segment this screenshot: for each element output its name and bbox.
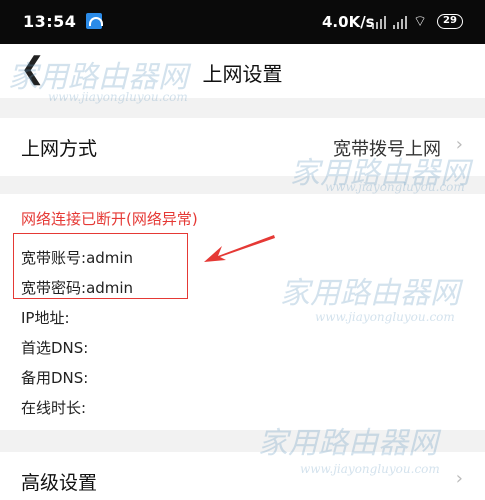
annotation-arrow-icon: [204, 235, 275, 262]
chevron-right-icon: ›: [455, 134, 463, 155]
annotation-highlight-box: [13, 233, 188, 299]
page-title: 上网设置: [202, 62, 283, 86]
ip-address-label: IP地址:: [21, 309, 70, 327]
advanced-settings-label: 高级设置: [21, 472, 98, 494]
connection-type-label: 上网方式: [21, 138, 98, 160]
status-bar: 13:54 4.0K/s ⌔ 29: [0, 0, 485, 44]
clock: 13:54: [23, 12, 77, 31]
signal-icon: [372, 15, 386, 29]
connection-status-panel: 网络连接已断开(网络异常) 宽带账号:admin 宽带密码:admin IP地址…: [0, 194, 485, 430]
app-notification-icon: [86, 13, 103, 29]
advanced-settings-row[interactable]: 高级设置 ›: [0, 452, 485, 500]
battery-icon: 29: [437, 14, 463, 29]
connection-error-text: 网络连接已断开(网络异常): [21, 210, 198, 228]
divider: [0, 430, 485, 452]
divider: [0, 98, 485, 118]
connection-type-row[interactable]: 上网方式 宽带拨号上网 ›: [0, 118, 485, 176]
online-duration-label: 在线时长:: [21, 399, 87, 417]
primary-dns-label: 首选DNS:: [21, 339, 89, 357]
secondary-dns-label: 备用DNS:: [21, 369, 89, 387]
signal-icon: [393, 15, 407, 29]
network-speed: 4.0K/s: [322, 13, 375, 31]
chevron-right-icon: ›: [455, 468, 463, 489]
divider: [0, 176, 485, 194]
connection-type-value: 宽带拨号上网: [333, 139, 441, 160]
nav-bar: ❮ 上网设置: [0, 44, 485, 98]
wifi-icon: ⌔: [413, 12, 428, 30]
